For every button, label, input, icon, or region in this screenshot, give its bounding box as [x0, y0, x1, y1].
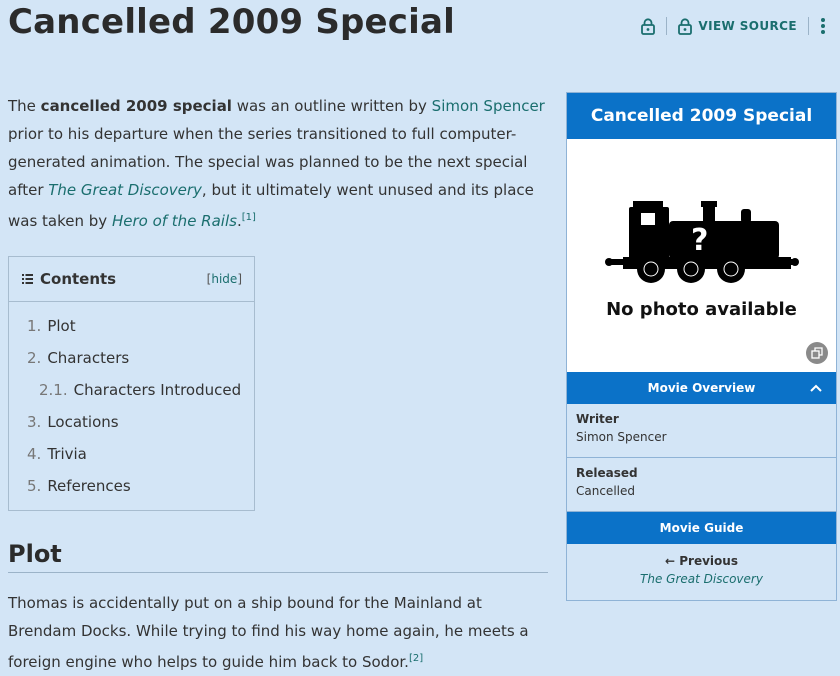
- toc-number: 5.: [27, 477, 42, 495]
- question-mark: ?: [691, 223, 709, 258]
- toc-label: Plot: [47, 317, 76, 335]
- link-hero-of-the-rails[interactable]: Hero of the Rails: [112, 212, 237, 230]
- section-heading-plot: Plot: [8, 540, 548, 573]
- toc-item-characters-introduced[interactable]: 2.1. Characters Introduced: [27, 374, 254, 406]
- toc-item-plot[interactable]: 1. Plot: [27, 310, 254, 342]
- plot-text: Thomas is accidentally put on a ship bou…: [8, 594, 529, 671]
- toc-number: 4.: [27, 445, 42, 463]
- released-label: Released: [576, 466, 638, 480]
- previous-movie-link[interactable]: The Great Discovery: [567, 572, 836, 586]
- toc-label: Trivia: [47, 445, 87, 463]
- writer-label: Writer: [576, 412, 619, 426]
- section-label: Movie Guide: [659, 521, 744, 535]
- reference-link-1[interactable]: [1]: [242, 212, 256, 223]
- reference-link-2[interactable]: [2]: [409, 653, 423, 664]
- infobox: Cancelled 2009 Special ? No photo availa…: [566, 92, 837, 601]
- lock-icon[interactable]: [641, 17, 656, 35]
- toc-item-trivia[interactable]: 4. Trivia: [27, 438, 254, 470]
- infobox-row-released: Released Cancelled: [567, 458, 836, 512]
- writer-link[interactable]: Simon Spencer: [576, 430, 827, 444]
- intro-bold-term: cancelled 2009 special: [40, 97, 232, 115]
- toc-list: 1. Plot 2. Characters 2.1. Characters Intro…: [9, 302, 254, 502]
- toc-number: 3.: [27, 413, 42, 431]
- page-title: Cancelled 2009 Special: [8, 2, 456, 42]
- link-the-great-discovery[interactable]: The Great Discovery: [48, 181, 202, 199]
- link-simon-spencer[interactable]: Simon Spencer: [432, 97, 545, 115]
- intro-text: The: [8, 97, 41, 115]
- previous-movie-nav: ← Previous The Great Discovery: [567, 544, 836, 586]
- toc-number: 2.: [27, 349, 42, 367]
- toc-title-group: Contents: [22, 270, 116, 288]
- section-movie-overview[interactable]: Movie Overview: [567, 372, 836, 404]
- image-caption: No photo available: [606, 299, 797, 320]
- toc-number: 1.: [27, 317, 42, 335]
- toc-hide-toggle: [hide]: [207, 272, 242, 286]
- toc-number: 2.1.: [39, 381, 68, 399]
- plot-paragraph: Thomas is accidentally put on a ship bou…: [8, 589, 548, 676]
- view-source-button[interactable]: VIEW SOURCE: [678, 17, 797, 35]
- toc-label: References: [47, 477, 131, 495]
- previous-label: ← Previous: [665, 554, 738, 568]
- section-movie-guide: Movie Guide: [567, 512, 836, 544]
- list-icon: [22, 274, 33, 284]
- expand-icon[interactable]: [806, 342, 828, 364]
- section-label: Movie Overview: [647, 381, 756, 395]
- toc-label: Characters: [47, 349, 130, 367]
- infobox-image[interactable]: ? No photo available: [567, 139, 836, 372]
- more-vertical-icon[interactable]: [820, 17, 826, 35]
- lock-icon: [678, 17, 693, 35]
- table-of-contents: Contents [hide] 1. Plot 2. Characters 2.1.…: [8, 256, 255, 511]
- toc-title: Contents: [40, 270, 117, 288]
- toc-label: Locations: [47, 413, 119, 431]
- released-value: Cancelled: [576, 484, 635, 498]
- view-source-label: VIEW SOURCE: [698, 19, 797, 33]
- toc-header: Contents [hide]: [9, 257, 254, 302]
- toolbar-divider: [808, 17, 809, 35]
- infobox-title: Cancelled 2009 Special: [567, 93, 836, 139]
- intro-text: was an outline written by: [231, 97, 432, 115]
- toc-label: Characters Introduced: [73, 381, 242, 399]
- toolbar-divider: [666, 17, 668, 35]
- intro-paragraph: The cancelled 2009 special was an outlin…: [8, 92, 548, 235]
- infobox-row-writer: Writer Simon Spencer: [567, 404, 836, 458]
- chevron-up-icon[interactable]: [810, 381, 822, 395]
- toc-hide-link[interactable]: hide: [211, 272, 237, 286]
- toc-item-locations[interactable]: 3. Locations: [27, 406, 254, 438]
- page-toolbar: VIEW SOURCE: [641, 17, 826, 35]
- toc-bracket: ]: [237, 272, 242, 286]
- toc-item-references[interactable]: 5. References: [27, 470, 254, 502]
- toc-item-characters[interactable]: 2. Characters: [27, 342, 254, 374]
